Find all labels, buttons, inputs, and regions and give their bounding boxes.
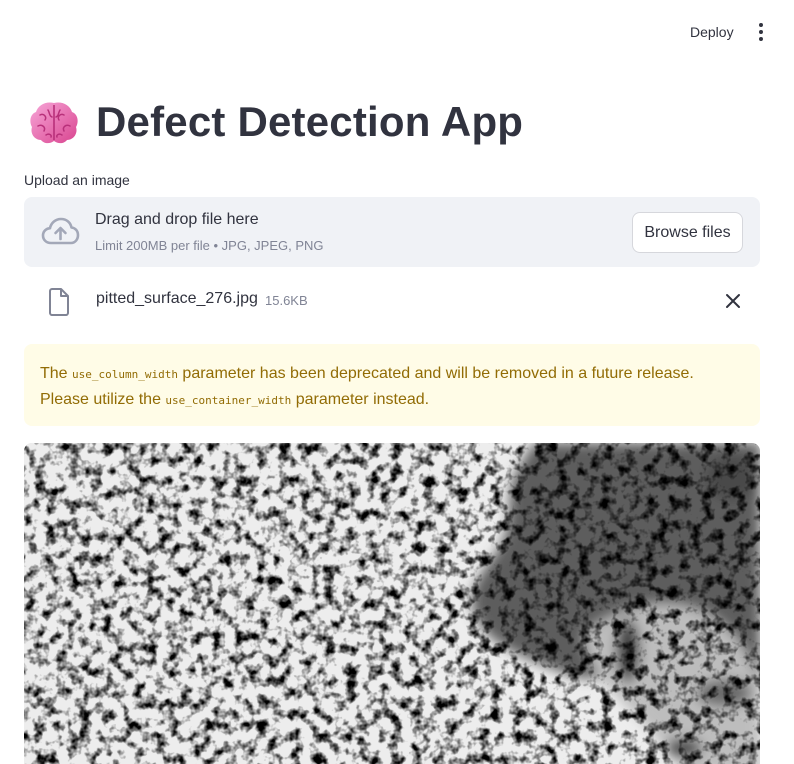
browse-files-button[interactable]: Browse files xyxy=(632,212,743,253)
deprecation-warning: The use_column_width parameter has been … xyxy=(24,344,760,426)
warning-text-end: parameter instead. xyxy=(291,391,430,408)
warning-code-new-param: use_container_width xyxy=(165,394,292,407)
upload-label: Upload an image xyxy=(24,172,130,188)
file-dropzone[interactable]: Drag and drop file here Limit 200MB per … xyxy=(24,197,760,267)
warning-text-start: The xyxy=(40,365,73,382)
uploaded-file-item: pitted_surface_276.jpg 15.6KB xyxy=(24,284,760,320)
top-toolbar: Deploy xyxy=(0,0,794,64)
brain-icon xyxy=(30,102,78,144)
deploy-button[interactable]: Deploy xyxy=(684,22,740,42)
cloud-upload-icon xyxy=(41,217,80,245)
file-icon xyxy=(49,288,69,316)
uploaded-file-name: pitted_surface_276.jpg xyxy=(96,290,258,307)
kebab-menu-icon[interactable] xyxy=(752,22,770,42)
uploaded-file-size: 15.6KB xyxy=(265,293,308,308)
warning-code-old-param: use_column_width xyxy=(72,368,178,381)
page-title: Defect Detection App xyxy=(96,98,524,145)
close-icon[interactable] xyxy=(724,292,742,310)
dropzone-title: Drag and drop file here xyxy=(95,211,259,228)
page-header: Defect Detection App xyxy=(28,98,523,146)
dropzone-subtitle: Limit 200MB per file • JPG, JPEG, PNG xyxy=(95,238,324,253)
pitted-surface-image xyxy=(24,443,760,764)
